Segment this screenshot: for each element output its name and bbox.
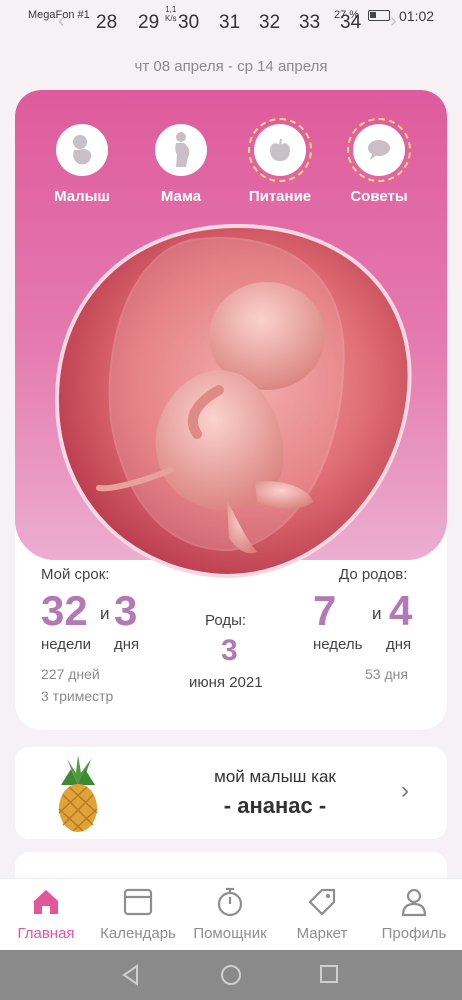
nav-label: Главная	[17, 925, 75, 942]
profile-icon	[401, 888, 427, 917]
chat-bubble-icon	[353, 124, 405, 176]
term-title: Мой срок:	[41, 566, 110, 583]
nav-assistant[interactable]: Помощник	[184, 887, 276, 942]
category-tips-button[interactable]: Советы	[339, 118, 419, 205]
birth-title: Роды:	[205, 612, 247, 629]
week-day[interactable]: 29	[138, 12, 159, 34]
week-day[interactable]: 34	[340, 12, 361, 34]
baby-size-card[interactable]: мой малыш как - ананас - ›	[15, 747, 447, 839]
category-label: Советы	[350, 188, 408, 205]
term-trimester: 3 триместр	[41, 688, 114, 704]
term-total-days: 227 дней	[41, 666, 100, 682]
term-weeks-label: недели	[41, 636, 92, 653]
bottom-navigation: Главная Календарь Помощник Маркет Профил…	[0, 878, 462, 950]
term-days-label: дня	[114, 636, 140, 653]
category-nutrition-button[interactable]: Питание	[240, 118, 320, 205]
category-label: Малыш	[54, 188, 110, 205]
week-day[interactable]: 31	[219, 12, 240, 34]
apple-icon	[254, 124, 306, 176]
remaining-title: До родов:	[339, 566, 408, 583]
stopwatch-icon	[217, 887, 243, 917]
remaining-total-days: 53 дня	[365, 666, 408, 682]
birth-month-year: июня 2021	[189, 674, 263, 691]
birth-day: 3	[221, 634, 238, 667]
remaining-days-label: дня	[386, 636, 412, 653]
pineapple-icon	[58, 755, 98, 832]
week-day[interactable]: 28	[96, 12, 117, 34]
tag-icon	[308, 888, 336, 916]
calendar-icon	[123, 888, 153, 916]
week-selector: ‹ 28 29 30 31 32 33 34 ›	[0, 6, 462, 36]
term-weeks: 32	[41, 587, 88, 634]
home-icon	[34, 890, 58, 914]
nav-profile[interactable]: Профиль	[368, 887, 460, 942]
nav-label: Помощник	[193, 925, 267, 942]
home-circle-icon[interactable]	[220, 964, 242, 986]
remaining-days: 4	[389, 587, 413, 634]
back-triangle-icon[interactable]	[121, 964, 141, 986]
pregnancy-card: Малыш Мама Питание Советы Мой срок: 32 и…	[15, 90, 447, 730]
prev-week-chevron-icon[interactable]: ‹	[58, 10, 65, 33]
week-day-current[interactable]: 32	[259, 12, 280, 34]
remaining-weeks: 7	[313, 587, 337, 634]
category-label: Питание	[248, 188, 312, 205]
category-mother-button[interactable]: Мама	[141, 124, 221, 205]
nav-market[interactable]: Маркет	[276, 887, 368, 942]
baby-size-caption: мой малыш как	[214, 767, 336, 786]
highlight-ring	[347, 118, 411, 182]
week-day[interactable]: 33	[299, 12, 320, 34]
fetus-illustration	[54, 223, 412, 579]
week-day[interactable]: 30	[178, 12, 199, 34]
nav-home[interactable]: Главная	[0, 887, 92, 942]
system-navigation-bar	[0, 950, 462, 1000]
chevron-right-icon[interactable]: ›	[401, 777, 409, 805]
nav-label: Маркет	[296, 925, 348, 942]
remaining-and: и	[372, 604, 382, 623]
baby-icon	[56, 124, 108, 176]
category-baby-button[interactable]: Малыш	[42, 124, 122, 205]
mother-icon	[155, 124, 207, 176]
term-and: и	[100, 604, 110, 623]
baby-size-fruit: - ананас -	[223, 793, 327, 818]
nav-calendar[interactable]: Календарь	[92, 887, 184, 942]
remaining-weeks-label: недель	[313, 636, 363, 653]
term-days: 3	[114, 587, 138, 634]
pregnancy-stats: Мой срок: 32 и 3 недели дня 227 дней 3 т…	[15, 560, 447, 730]
nav-label: Профиль	[381, 925, 447, 942]
highlight-ring	[248, 118, 312, 182]
week-date-range: чт 08 апреля - ср 14 апреля	[134, 58, 328, 75]
nav-label: Календарь	[100, 925, 176, 942]
category-label: Мама	[160, 188, 202, 205]
next-week-chevron-icon[interactable]: ›	[390, 10, 397, 33]
recents-square-icon[interactable]	[319, 964, 339, 984]
